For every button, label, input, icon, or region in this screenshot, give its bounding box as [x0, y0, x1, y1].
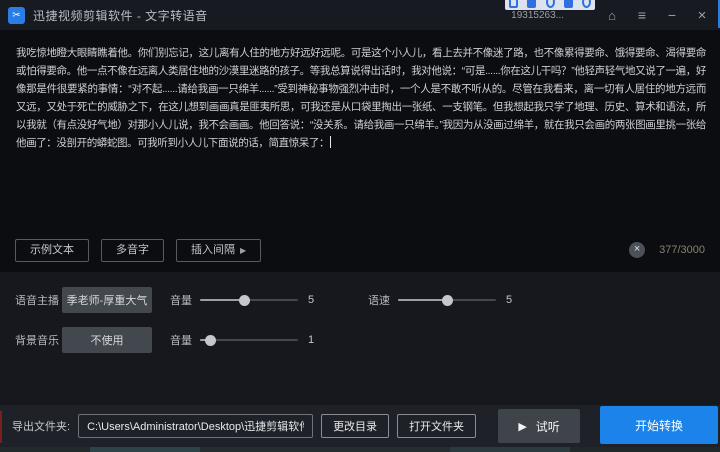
- open-folder-button[interactable]: 打开文件夹: [397, 414, 477, 438]
- slider-handle[interactable]: [239, 294, 251, 306]
- user-icon: [496, 10, 507, 21]
- export-path-input[interactable]: [78, 414, 314, 438]
- insert-interval-label: 插入间隔: [191, 243, 235, 256]
- change-dir-button[interactable]: 更改目录: [321, 414, 390, 438]
- voice-volume-value: 5: [308, 294, 315, 306]
- interval-arrow-icon: ▶: [240, 245, 247, 255]
- bgm-volume-slider[interactable]: [200, 334, 298, 346]
- home-icon[interactable]: ⌂: [604, 9, 620, 22]
- bgm-volume-value: 1: [308, 334, 315, 346]
- clear-text-icon[interactable]: ×: [629, 242, 646, 259]
- editor-text-content: 我吃惊地瞪大眼睛瞧着他。你们别忘记，这儿离有人住的地方好远好远呢。可是这个小人儿…: [16, 47, 706, 149]
- titlebar: ✂ 迅捷视频剪辑软件 - 文字转语音 19315263... ⌂ ≡ − ×: [0, 0, 720, 30]
- bgm-volume-label: 音量: [170, 335, 192, 347]
- moon-icon[interactable]: [545, 0, 555, 8]
- user-id: 19315263...: [511, 9, 564, 21]
- window-title: 迅捷视频剪辑软件 - 文字转语音: [33, 8, 208, 23]
- voice-volume-slider[interactable]: [200, 294, 298, 306]
- text-editor[interactable]: 我吃惊地瞪大眼睛瞧着他。你们别忘记，这儿离有人住的地方好远好远呢。可是这个小人儿…: [0, 30, 720, 272]
- preview-label: 试听: [535, 419, 560, 434]
- sample-text-label: 示例文本: [30, 243, 74, 256]
- polyphone-button[interactable]: 多音字: [101, 238, 164, 262]
- pin-icon[interactable]: [527, 0, 537, 8]
- text-cursor: [330, 136, 332, 148]
- bgm-label: 背景音乐: [15, 335, 59, 347]
- user-account[interactable]: 19315263...: [496, 10, 564, 21]
- slider-fill: [398, 299, 447, 301]
- app-logo-icon: ✂: [8, 6, 25, 24]
- browser-extension-popup[interactable]: [505, 0, 595, 10]
- app-window: ✂ 迅捷视频剪辑软件 - 文字转语音 19315263... ⌂ ≡ − × 我…: [0, 0, 720, 452]
- voice-anchor-row: 语音主播 季老师-厚重大气 音量 5 语速 5: [15, 287, 705, 313]
- start-convert-button[interactable]: 开始转换: [600, 406, 718, 444]
- settings-panel: 语音主播 季老师-厚重大气 音量 5 语速 5 背景音乐 不使用 音量 1: [0, 272, 720, 405]
- editor-toolbar: 示例文本 多音字 插入间隔 ▶ × 377/3000: [15, 238, 705, 262]
- play-icon: ▶: [518, 420, 527, 433]
- export-folder-label: 导出文件夹:: [12, 421, 71, 433]
- char-count: 377/3000: [659, 244, 705, 257]
- insert-interval-button[interactable]: 插入间隔 ▶: [176, 238, 262, 262]
- close-icon[interactable]: ×: [694, 8, 710, 23]
- menu-icon[interactable]: ≡: [634, 8, 650, 22]
- voice-volume-label: 音量: [170, 295, 192, 307]
- preview-button[interactable]: ▶ 试听: [498, 409, 581, 443]
- slider-fill: [200, 299, 245, 301]
- slider-handle[interactable]: [442, 294, 453, 306]
- footer-bar: 导出文件夹: 更改目录 打开文件夹 ▶ 试听 开始转换: [0, 405, 720, 447]
- background-window-sliver: [0, 411, 2, 443]
- speed-label: 语速: [368, 295, 390, 307]
- sample-text-button[interactable]: 示例文本: [15, 238, 89, 262]
- slider-handle[interactable]: [204, 334, 216, 346]
- comma-icon[interactable]: [563, 0, 573, 8]
- translate-icon[interactable]: [509, 0, 518, 8]
- desktop-strip: [0, 447, 720, 452]
- editor-text[interactable]: 我吃惊地瞪大眼睛瞧着他。你们别忘记，这儿离有人住的地方好远好远呢。可是这个小人儿…: [16, 44, 706, 152]
- speed-slider[interactable]: [398, 294, 496, 306]
- minimize-icon[interactable]: −: [664, 8, 680, 22]
- voice-anchor-label: 语音主播: [15, 295, 59, 307]
- speed-value: 5: [506, 294, 513, 306]
- gear-icon[interactable]: [582, 0, 591, 8]
- bgm-row: 背景音乐 不使用 音量 1: [15, 327, 705, 353]
- bgm-select[interactable]: 不使用: [62, 327, 152, 353]
- polyphone-label: 多音字: [116, 243, 149, 256]
- voice-anchor-select[interactable]: 季老师-厚重大气: [62, 287, 152, 313]
